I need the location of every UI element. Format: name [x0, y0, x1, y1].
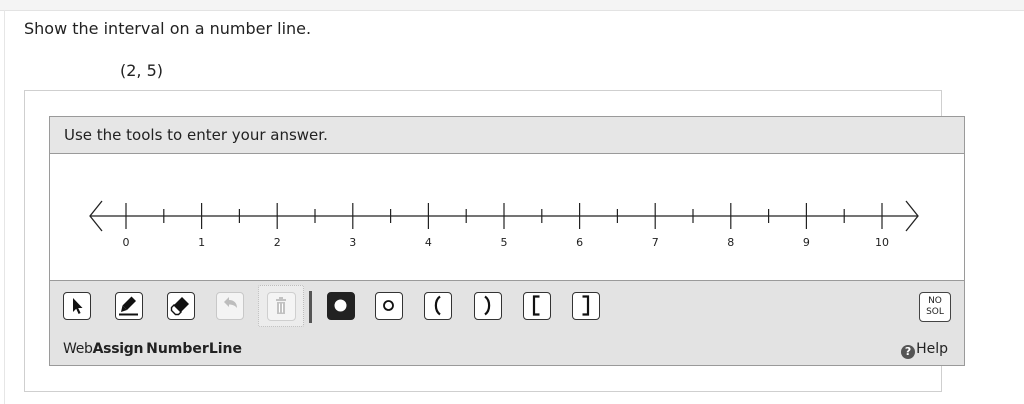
number-line-canvas[interactable]: 0 1 2 3 4 5 6 7 8 9 10	[50, 154, 964, 280]
help-link[interactable]: ? Help	[901, 341, 948, 359]
draw-tool-button[interactable]	[115, 292, 143, 320]
left-divider	[4, 10, 5, 404]
help-question-icon: ?	[901, 345, 916, 359]
tick-label: 4	[425, 236, 432, 249]
select-tool-button[interactable]	[63, 292, 91, 320]
tick-label: 9	[803, 236, 810, 249]
closed-point-tool-button[interactable]	[327, 292, 355, 320]
eraser-icon	[170, 297, 189, 316]
numberline-widget: Use the tools to enter your answer. 0 1 2 3…	[49, 116, 965, 366]
tick-label: 8	[727, 236, 734, 249]
interval-expression: (2, 5)	[120, 61, 164, 80]
pencil-icon	[119, 296, 138, 316]
right-bracket-icon	[582, 295, 590, 316]
open-point-tool-button[interactable]	[375, 292, 403, 320]
number-line[interactable]: 0 1 2 3 4 5 6 7 8 9 10	[50, 154, 964, 280]
tick-label: 0	[123, 236, 130, 249]
arrow-pointer-icon	[73, 298, 83, 314]
open-circle-icon	[383, 300, 394, 311]
eraser-tool-button[interactable]	[167, 292, 195, 320]
trash-icon	[276, 297, 286, 314]
webassign-numberline-logo: WebAssign NumberLine	[63, 341, 242, 357]
tick-label: 10	[875, 236, 889, 249]
tick-label: 6	[576, 236, 583, 249]
tool-bar: NO SOL	[50, 280, 964, 334]
delete-tool-button[interactable]	[258, 285, 304, 327]
left-paren-icon	[434, 295, 441, 316]
tick-label: 1	[198, 236, 205, 249]
left-bracket-icon	[532, 295, 540, 316]
widget-footer: WebAssign NumberLine ? Help	[50, 333, 964, 365]
no-solution-button[interactable]: NO SOL	[919, 292, 951, 322]
number-line-ticks	[125, 203, 883, 229]
question-prompt: Show the interval on a number line.	[24, 19, 312, 38]
toolbar-separator	[309, 291, 312, 323]
tick-label: 2	[274, 236, 281, 249]
tick-label: 5	[501, 236, 508, 249]
brand-product: NumberLine	[146, 341, 242, 357]
no-solution-label-line1: NO	[928, 296, 942, 306]
widget-instruction: Use the tools to enter your answer.	[64, 126, 328, 144]
number-line-labels: 0 1 2 3 4 5 6 7 8 9 10	[123, 236, 890, 249]
right-paren-tool-button[interactable]	[474, 292, 502, 320]
undo-icon	[224, 297, 237, 308]
brand-web: Web	[63, 341, 93, 357]
tick-label: 3	[349, 236, 356, 249]
right-bracket-tool-button[interactable]	[572, 292, 600, 320]
left-bracket-tool-button[interactable]	[523, 292, 551, 320]
brand-assign: Assign	[92, 341, 144, 357]
tick-label: 7	[652, 236, 659, 249]
filled-circle-icon	[334, 299, 347, 312]
right-paren-icon	[484, 295, 491, 316]
left-paren-tool-button[interactable]	[424, 292, 452, 320]
no-solution-label-line2: SOL	[926, 307, 944, 317]
widget-header: Use the tools to enter your answer.	[50, 117, 964, 154]
delete-tool-frame	[267, 292, 296, 321]
undo-tool-button[interactable]	[216, 292, 244, 320]
help-label: Help	[916, 341, 948, 357]
top-divider	[0, 0, 1024, 11]
